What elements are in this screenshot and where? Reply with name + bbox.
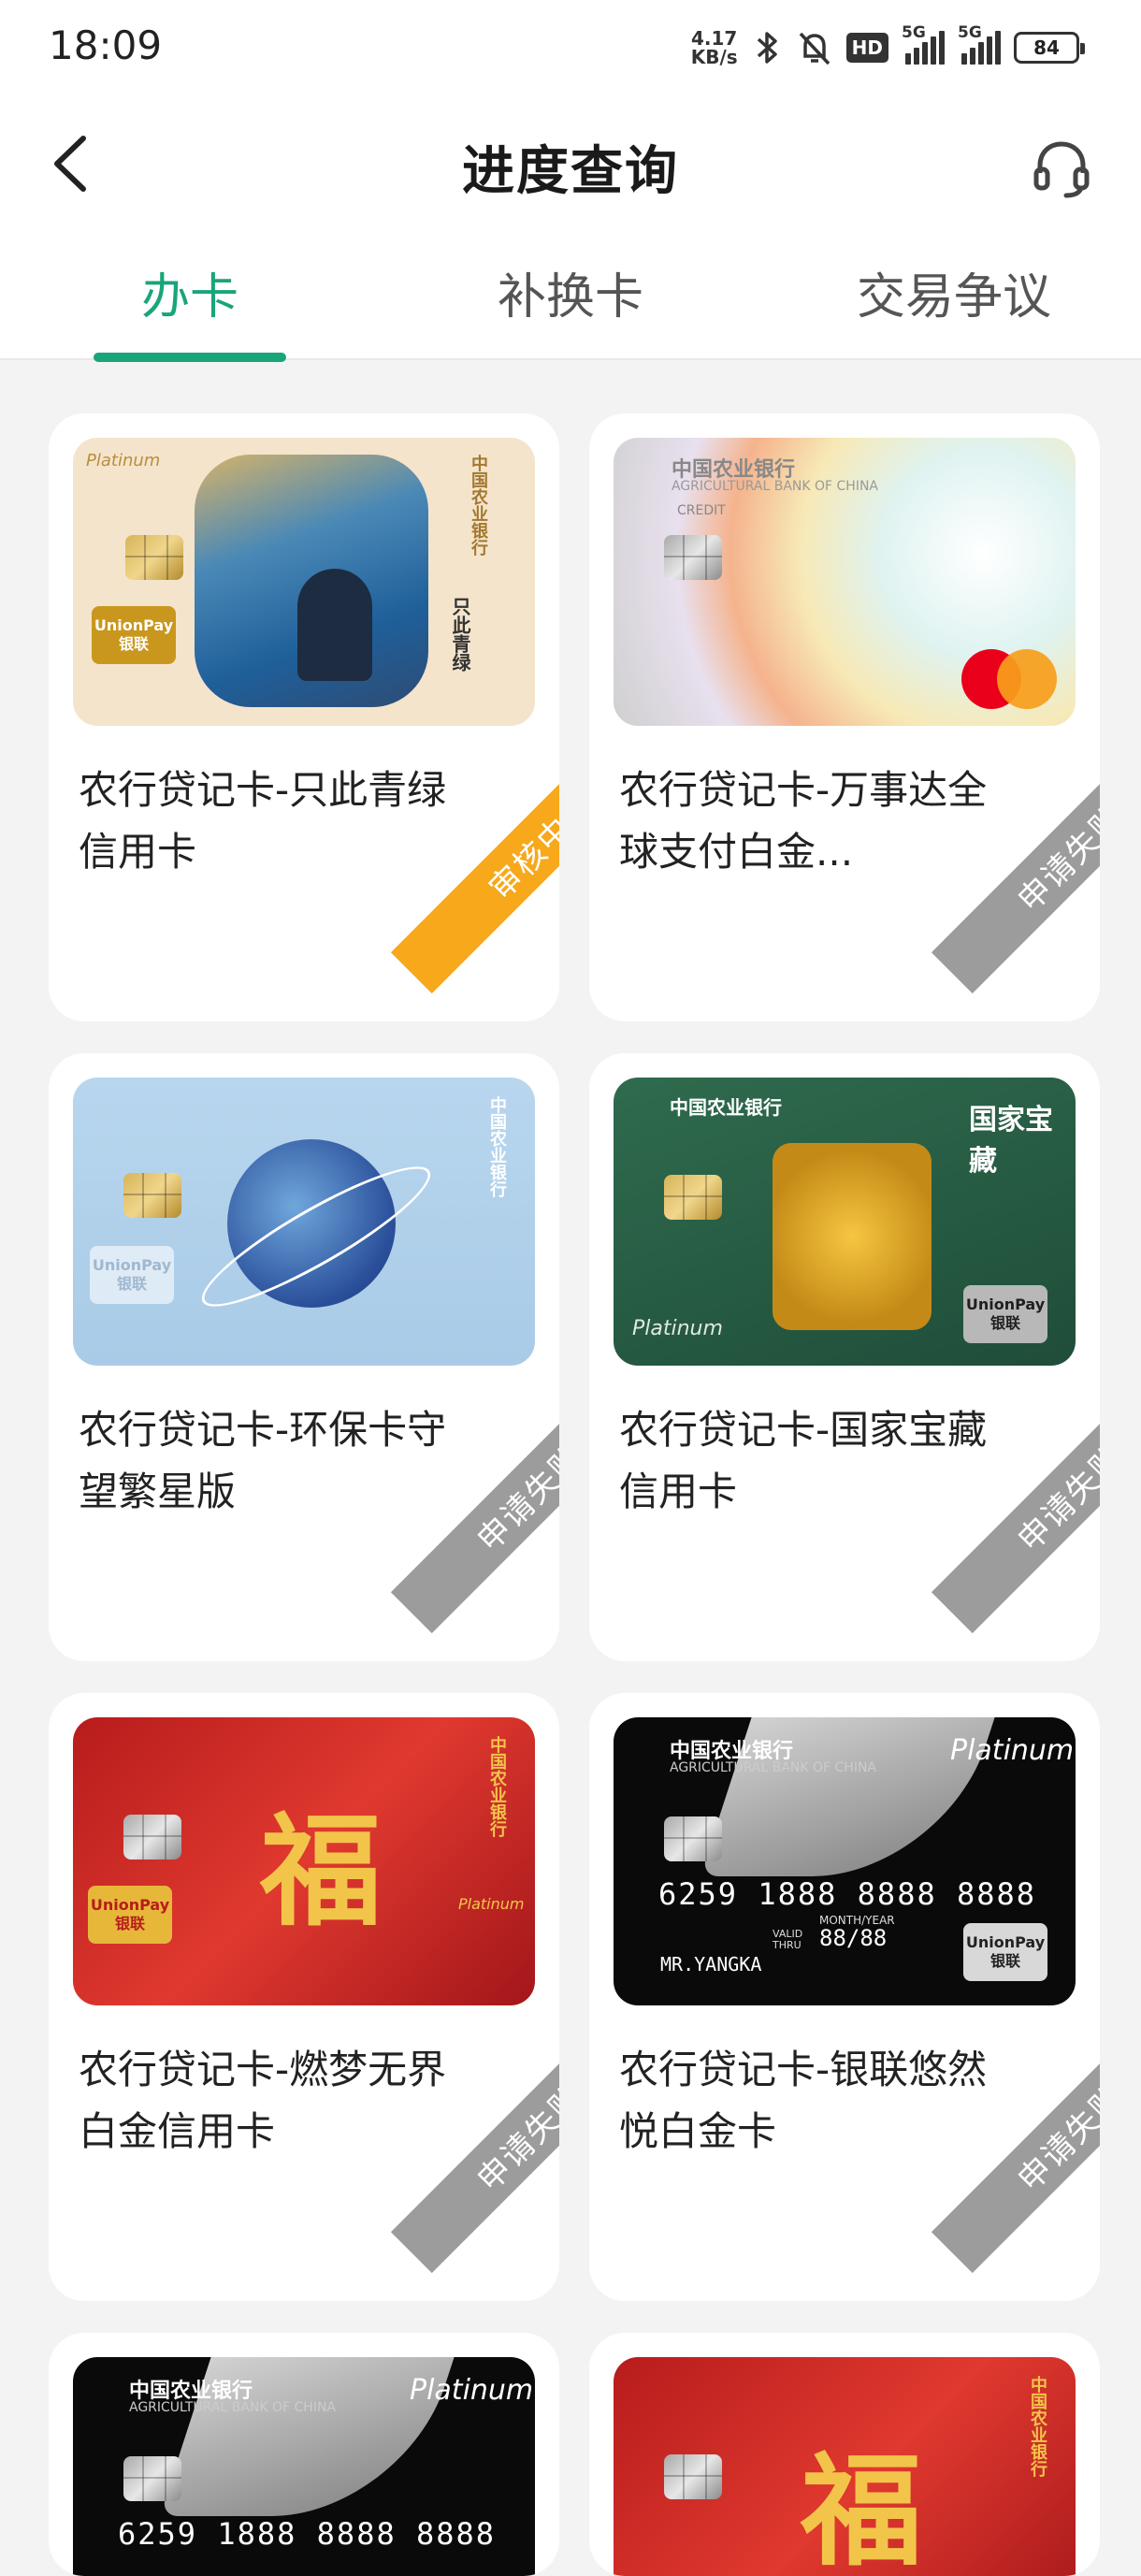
active-tab-indicator xyxy=(94,353,286,362)
page-title: 进度查询 xyxy=(462,141,679,202)
net-speed: 4.17 KB/s xyxy=(690,27,738,68)
card-image: 中国农业银行 AGRICULTURAL BANK OF CHINA CREDIT xyxy=(614,438,1076,726)
hd-badge: HD xyxy=(845,33,888,63)
card-item[interactable]: 福 中国农业银行 xyxy=(589,2333,1100,2576)
card-image: UnionPay 银联 福 中国农业银行 Platinum xyxy=(73,1717,535,2005)
headset-icon xyxy=(1033,141,1090,198)
card-item[interactable]: 中国农业银行 AGRICULTURAL BANK OF CHINA CREDIT… xyxy=(589,413,1100,1021)
card-item[interactable]: UnionPay 银联 福 中国农业银行 Platinum 农行贷记卡-燃梦无界… xyxy=(49,1693,559,2301)
battery-indicator: 84 xyxy=(1014,32,1085,64)
status-icons: 4.17 KB/s HD 5G 5G 84 xyxy=(690,23,1085,71)
card-item[interactable]: 中国农业银行 AGRICULTURAL BANK OF CHINA Platin… xyxy=(589,1693,1100,2301)
card-name: 农行贷记卡-万事达全球支付白金... xyxy=(619,767,988,875)
card-image: 中国农业银行 AGRICULTURAL BANK OF CHINA Platin… xyxy=(73,2357,535,2576)
signal-icon-1: 5G xyxy=(902,23,945,65)
status-time: 18:09 xyxy=(49,22,163,68)
tab-apply-card[interactable]: 办卡 xyxy=(84,257,296,332)
nav-bar: 进度查询 xyxy=(0,103,1141,224)
card-name: 农行贷记卡-燃梦无界白金信用卡 xyxy=(79,2047,447,2154)
card-item[interactable]: 中国农业银行 AGRICULTURAL BANK OF CHINA Platin… xyxy=(49,2333,559,2576)
customer-service-button[interactable] xyxy=(1019,126,1104,210)
bluetooth-icon xyxy=(757,32,777,64)
card-name: 农行贷记卡-国家宝藏信用卡 xyxy=(619,1407,988,1514)
status-bar: 18:09 4.17 KB/s HD 5G 5G 84 xyxy=(0,0,1141,103)
card-image: 福 中国农业银行 xyxy=(614,2357,1076,2576)
card-image: UnionPay 银联 Platinum 中国农业银行 只此青绿 xyxy=(73,438,535,726)
card-item[interactable]: UnionPay 银联 Platinum 中国农业银行 只此青绿 农行贷记卡-只… xyxy=(49,413,559,1021)
signal-icon-2: 5G xyxy=(958,23,1001,65)
card-image: 中国农业银行 AGRICULTURAL BANK OF CHINA Platin… xyxy=(614,1717,1076,2005)
card-item[interactable]: 中国农业银行 国家宝藏 Platinum UnionPay 银联 农行贷记卡-国… xyxy=(589,1053,1100,1661)
tab-transaction-dispute[interactable]: 交易争议 xyxy=(823,257,1085,332)
card-image: UnionPay 银联 中国农业银行 xyxy=(73,1078,535,1366)
card-item[interactable]: UnionPay 银联 中国农业银行 农行贷记卡-环保卡守望繁星版 申请失败 xyxy=(49,1053,559,1661)
card-name: 农行贷记卡-环保卡守望繁星版 xyxy=(79,1407,447,1514)
card-name: 农行贷记卡-银联悠然悦白金卡 xyxy=(619,2047,988,2154)
tab-replace-card[interactable]: 补换卡 xyxy=(458,257,683,332)
card-name: 农行贷记卡-只此青绿信用卡 xyxy=(79,767,447,875)
tab-bar: 办卡 补换卡 交易争议 xyxy=(0,239,1141,362)
header: 18:09 4.17 KB/s HD 5G 5G 84 进度查询 办卡 补换卡 … xyxy=(0,0,1141,362)
card-image: 中国农业银行 国家宝藏 Platinum UnionPay 银联 xyxy=(614,1078,1076,1366)
bell-muted-icon xyxy=(799,32,830,65)
